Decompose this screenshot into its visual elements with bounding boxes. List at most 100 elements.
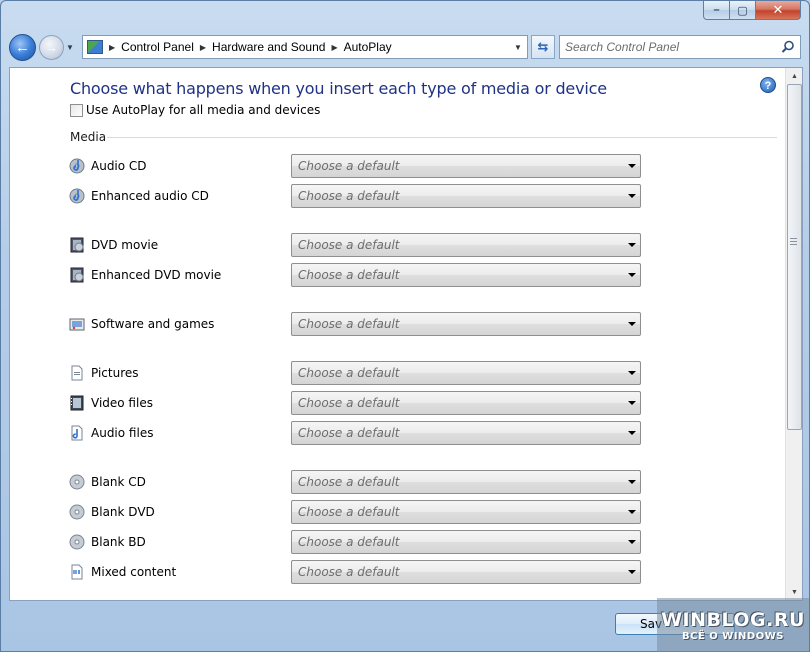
dropdown-arrow-icon[interactable] xyxy=(628,164,636,168)
media-row-blank-bd: Blank BD Choose a default xyxy=(69,530,669,554)
scrollbar-thumb[interactable] xyxy=(787,84,802,430)
default-action-select-enhanced-dvd-movie[interactable]: Choose a default xyxy=(291,263,641,287)
search-input[interactable] xyxy=(565,40,775,54)
media-label-software-and-games: Software and games xyxy=(91,317,215,331)
back-button[interactable]: ← xyxy=(9,33,36,61)
breadcrumb-chevron-icon[interactable]: ▶ xyxy=(200,43,206,52)
address-dropdown-icon[interactable]: ▼ xyxy=(509,36,527,58)
media-label-dvd-movie: DVD movie xyxy=(91,238,159,252)
control-panel-icon xyxy=(87,40,103,54)
mixed-content-icon xyxy=(69,564,85,580)
select-value: Choose a default xyxy=(298,475,400,489)
default-action-select-dvd-movie[interactable]: Choose a default xyxy=(291,233,641,257)
select-value: Choose a default xyxy=(298,426,400,440)
select-value: Choose a default xyxy=(298,535,400,549)
dropdown-arrow-icon[interactable] xyxy=(628,273,636,277)
watermark-logo: WINBLOG.RU ВСЁ О WINDOWS xyxy=(657,598,809,652)
enhanced-audio-cd-icon xyxy=(69,188,85,204)
refresh-icon: ⇆ xyxy=(537,39,549,54)
select-value: Choose a default xyxy=(298,317,400,331)
audio-cd-icon xyxy=(69,158,85,174)
dropdown-arrow-icon[interactable] xyxy=(628,480,636,484)
breadcrumb-chevron-icon[interactable]: ▶ xyxy=(109,43,115,52)
forward-button[interactable]: → xyxy=(39,34,64,60)
default-action-select-audio-cd[interactable]: Choose a default xyxy=(291,154,641,178)
default-action-select-mixed-content[interactable]: Choose a default xyxy=(291,560,641,584)
default-action-select-video-files[interactable]: Choose a default xyxy=(291,391,641,415)
media-label-blank-bd: Blank BD xyxy=(91,535,146,549)
search-box[interactable] xyxy=(559,35,801,59)
caption-buttons: – ▢ ✕ xyxy=(703,1,801,21)
default-action-select-software-and-games[interactable]: Choose a default xyxy=(291,312,641,336)
media-label-enhanced-audio-cd: Enhanced audio CD xyxy=(91,189,209,203)
select-value: Choose a default xyxy=(298,189,400,203)
media-row-blank-dvd: Blank DVD Choose a default xyxy=(69,500,669,524)
audio-files-icon xyxy=(69,425,85,441)
dropdown-arrow-icon[interactable] xyxy=(628,540,636,544)
select-value: Choose a default xyxy=(298,396,400,410)
address-bar[interactable]: ▶ Control Panel ▶ Hardware and Sound ▶ A… xyxy=(82,35,528,59)
media-row-audio-cd: Audio CD Choose a default xyxy=(69,154,669,178)
refresh-button[interactable]: ⇆ xyxy=(531,35,555,59)
minimize-button[interactable]: – xyxy=(703,1,730,20)
help-icon[interactable]: ? xyxy=(760,77,776,93)
dropdown-arrow-icon[interactable] xyxy=(628,431,636,435)
scroll-up-icon[interactable]: ▲ xyxy=(787,68,802,84)
media-row-software-and-games: Software and games Choose a default xyxy=(69,312,669,336)
media-label-enhanced-dvd-movie: Enhanced DVD movie xyxy=(91,268,222,282)
select-value: Choose a default xyxy=(298,238,400,252)
use-autoplay-label[interactable]: Use AutoPlay for all media and devices xyxy=(86,103,320,117)
autoplay-option[interactable]: Use AutoPlay for all media and devices xyxy=(70,103,320,117)
media-label-video-files: Video files xyxy=(91,396,153,410)
close-button[interactable]: ✕ xyxy=(756,1,801,20)
blank-bd-icon xyxy=(69,534,85,550)
back-arrow-icon: ← xyxy=(15,38,30,56)
media-row-mixed-content: Mixed content Choose a default xyxy=(69,560,669,584)
media-label-audio-cd: Audio CD xyxy=(91,159,147,173)
section-label-media: Media xyxy=(70,130,107,144)
media-row-dvd-movie: DVD movie Choose a default xyxy=(69,233,669,257)
media-label-mixed-content: Mixed content xyxy=(91,565,177,579)
default-action-select-enhanced-audio-cd[interactable]: Choose a default xyxy=(291,184,641,208)
media-label-pictures: Pictures xyxy=(91,366,139,380)
dropdown-arrow-icon[interactable] xyxy=(628,194,636,198)
watermark-subtitle: ВСЁ О WINDOWS xyxy=(682,631,784,642)
dropdown-arrow-icon[interactable] xyxy=(628,243,636,247)
dropdown-arrow-icon[interactable] xyxy=(628,570,636,574)
breadcrumb-autoplay[interactable]: AutoPlay xyxy=(344,40,392,54)
blank-dvd-icon xyxy=(69,504,85,520)
breadcrumb-control-panel[interactable]: Control Panel xyxy=(121,40,194,54)
breadcrumb-chevron-icon[interactable]: ▶ xyxy=(331,43,337,52)
default-action-select-audio-files[interactable]: Choose a default xyxy=(291,421,641,445)
default-action-select-blank-dvd[interactable]: Choose a default xyxy=(291,500,641,524)
media-label-blank-cd: Blank CD xyxy=(91,475,146,489)
dropdown-arrow-icon[interactable] xyxy=(628,371,636,375)
dropdown-arrow-icon[interactable] xyxy=(628,322,636,326)
blank-cd-icon xyxy=(69,474,85,490)
window-frame: – ▢ ✕ ← → ▼ ▶ Control Panel ▶ Hardware a… xyxy=(0,0,810,652)
navigation-bar: ← → ▼ ▶ Control Panel ▶ Hardware and Sou… xyxy=(9,32,801,62)
select-value: Choose a default xyxy=(298,366,400,380)
dropdown-arrow-icon[interactable] xyxy=(628,510,636,514)
media-row-audio-files: Audio files Choose a default xyxy=(69,421,669,445)
default-action-select-blank-cd[interactable]: Choose a default xyxy=(291,470,641,494)
breadcrumb-hardware-and-sound[interactable]: Hardware and Sound xyxy=(212,40,325,54)
default-action-select-pictures[interactable]: Choose a default xyxy=(291,361,641,385)
default-action-select-blank-bd[interactable]: Choose a default xyxy=(291,530,641,554)
search-icon[interactable] xyxy=(781,40,795,54)
media-row-enhanced-dvd-movie: Enhanced DVD movie Choose a default xyxy=(69,263,669,287)
select-value: Choose a default xyxy=(298,159,400,173)
vertical-scrollbar[interactable]: ▲ ▼ xyxy=(785,68,802,600)
software-games-icon xyxy=(69,316,85,332)
forward-arrow-icon: → xyxy=(45,39,58,55)
media-row-pictures: Pictures Choose a default xyxy=(69,361,669,385)
dropdown-arrow-icon[interactable] xyxy=(628,401,636,405)
maximize-button[interactable]: ▢ xyxy=(730,1,756,20)
media-label-audio-files: Audio files xyxy=(91,426,154,440)
video-files-icon xyxy=(69,395,85,411)
media-row-blank-cd: Blank CD Choose a default xyxy=(69,470,669,494)
use-autoplay-checkbox[interactable] xyxy=(70,103,83,117)
recent-pages-dropdown[interactable]: ▼ xyxy=(66,43,78,52)
pictures-icon xyxy=(69,365,85,381)
media-row-video-files: Video files Choose a default xyxy=(69,391,669,415)
